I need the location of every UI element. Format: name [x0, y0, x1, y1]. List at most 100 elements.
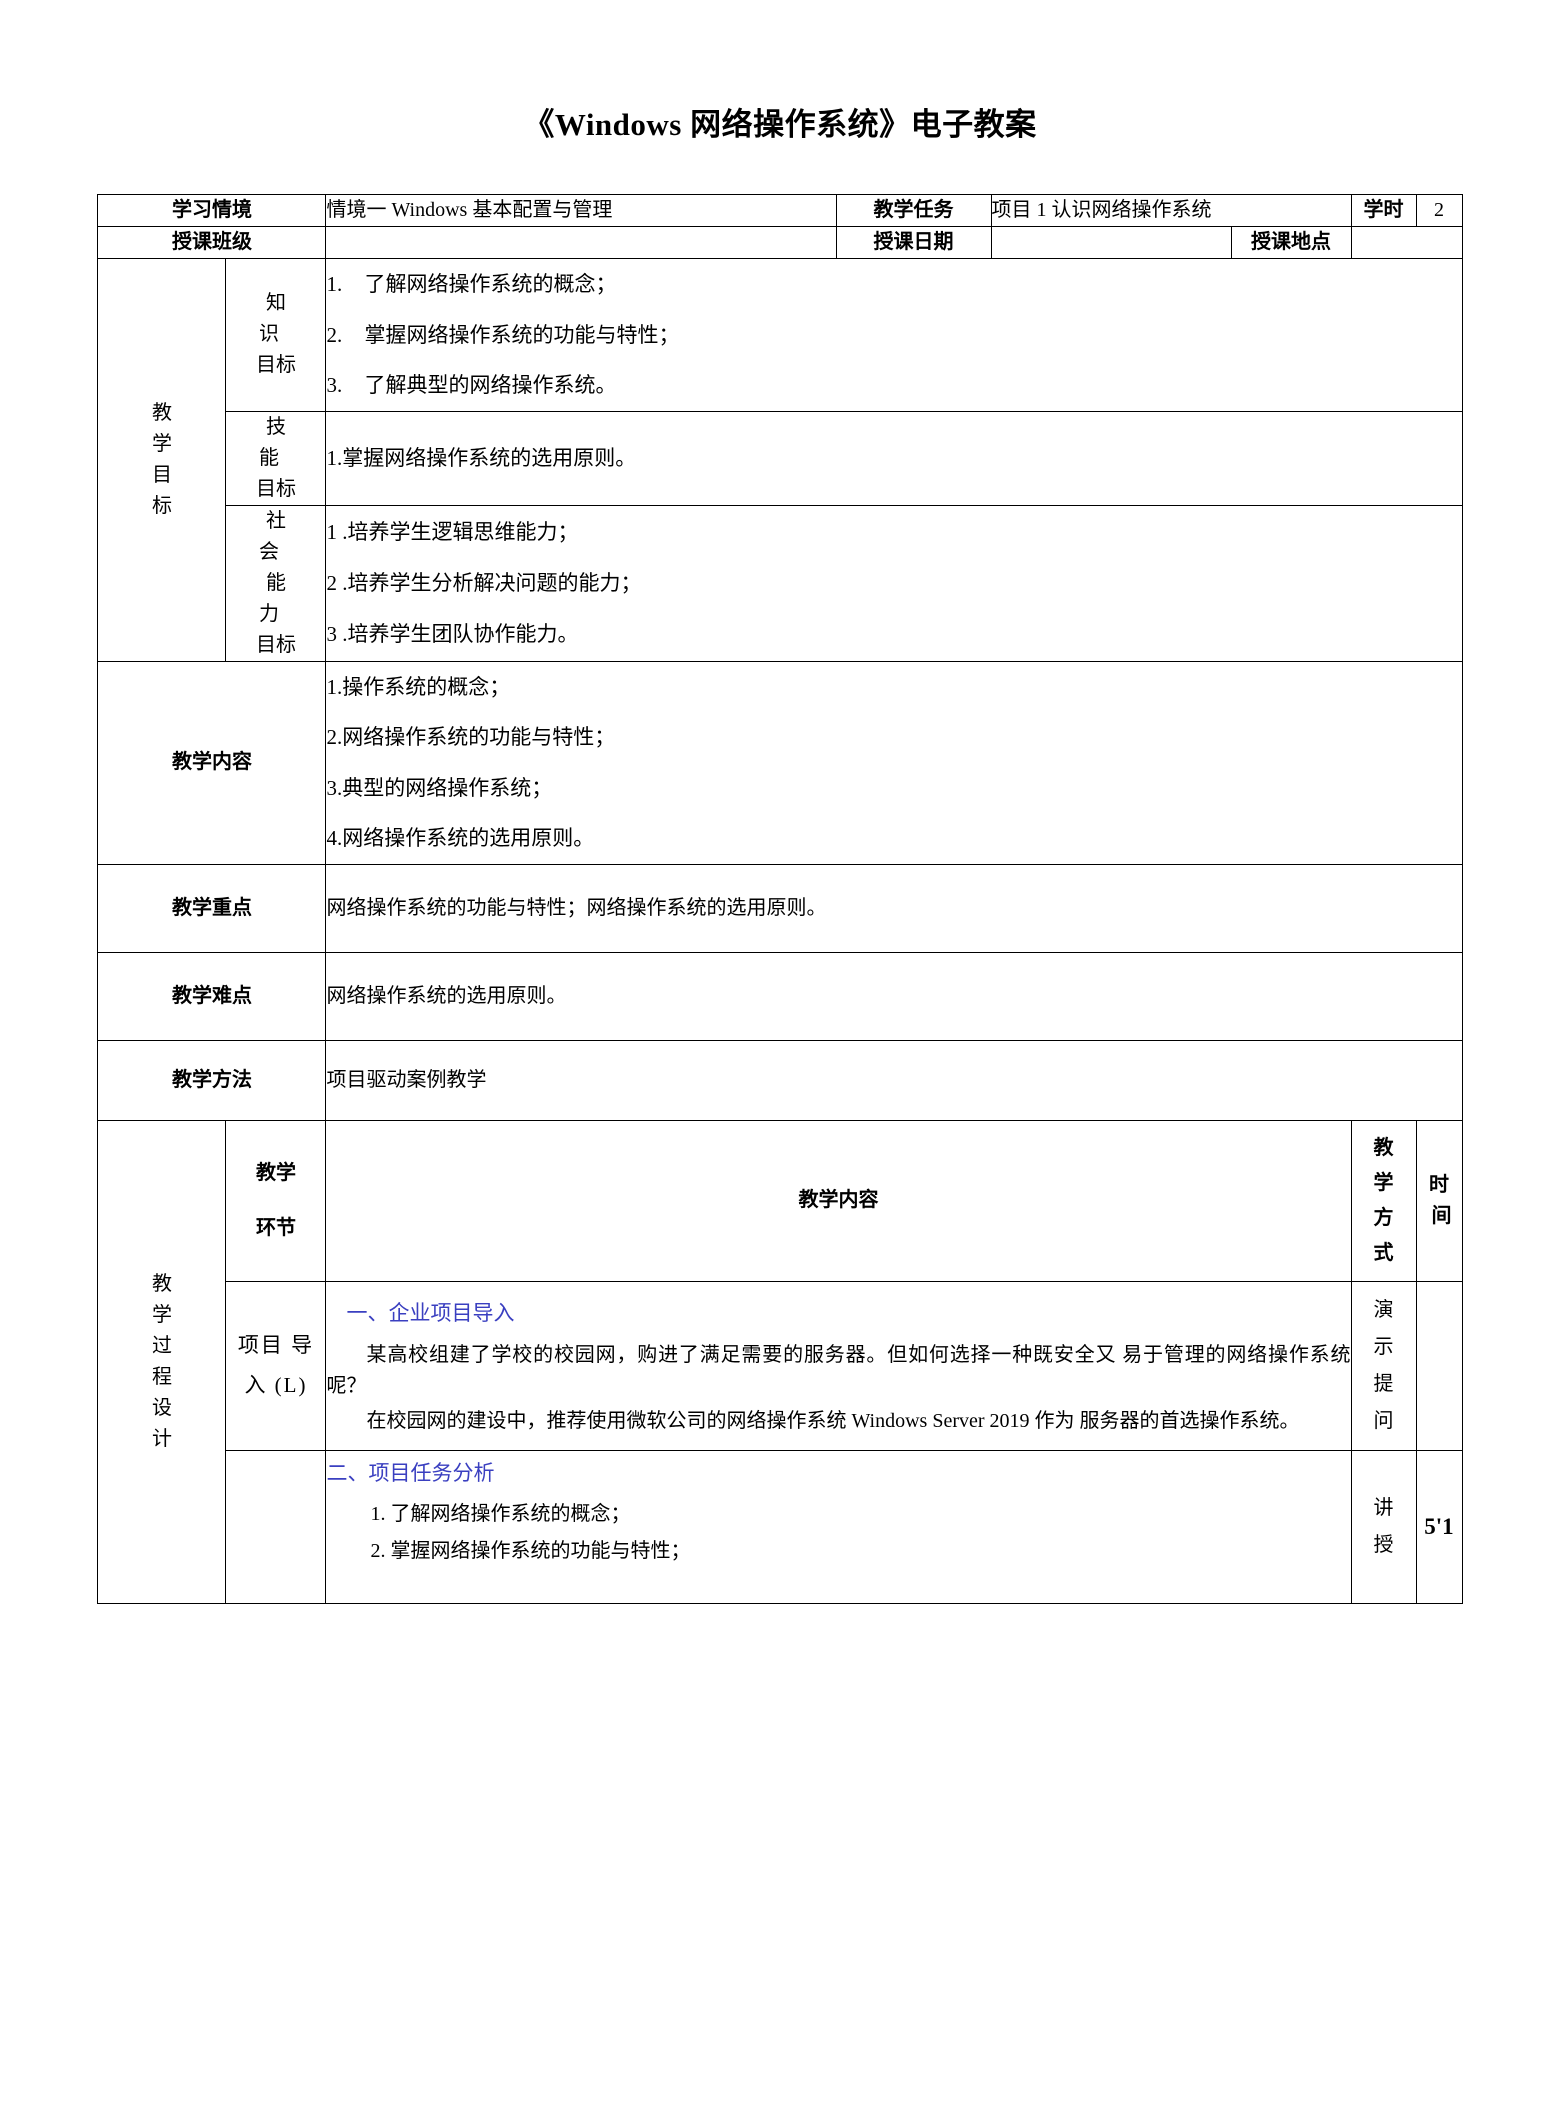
process-group-char-0: 教: [151, 1273, 172, 1296]
paragraph: 某高校组建了学校的校园网，购进了满足需要的服务器。但如何选择一种既安全又 易于管…: [326, 1343, 1351, 1397]
mode-lecture: 讲 授: [1350, 1449, 1417, 1605]
column-header-time-char-1: 间: [1431, 1204, 1452, 1227]
hours-value: 2: [1415, 194, 1463, 228]
table-row-skill-objective: 技 能 目标 1.掌握网络操作系统的选用原则。: [98, 410, 1463, 506]
column-header-mode-char-0: 教: [1373, 1136, 1394, 1159]
mode-char-2: 提: [1373, 1372, 1394, 1395]
key-points-value: 网络操作系统的功能与特性；网络操作系统的选用原则。: [325, 863, 1463, 953]
column-header-content: 教学内容: [325, 1119, 1352, 1282]
social-label-line2: 能 力: [258, 571, 300, 625]
social-objective-content: 1 .培养学生逻辑思维能力； 2 .培养学生分析解决问题的能力； 3 .培养学生…: [325, 504, 1463, 662]
place-value: [1350, 226, 1463, 260]
objectives-group-label: 教 学 目 标: [97, 258, 227, 662]
table-row-social-objective: 社 会 能 力 目标 1 .培养学生逻辑思维能力； 2 .培养学生分析解决问题的…: [98, 504, 1463, 662]
skill-objective-content: 1.掌握网络操作系统的选用原则。: [325, 410, 1463, 506]
item-number: 3.: [326, 373, 343, 398]
table-row-knowledge-objective: 教 学 目 标 知 识 目标 1. 了解网络操作系统的概念； 2. 掌握网络操作系统…: [97, 258, 1463, 662]
stage-task-analysis: [225, 1449, 327, 1605]
column-header-mode-char-3: 式: [1373, 1241, 1394, 1264]
methods-label: 教学方法: [97, 1039, 327, 1121]
analysis-item: 1. 了解网络操作系统的概念；: [370, 1503, 631, 1526]
objectives-group-char-3: 标: [151, 494, 172, 517]
process-content-analysis: 二、项目任务分析 1. 了解网络操作系统的概念； 2. 掌握网络操作系统的功能与…: [325, 1449, 1352, 1605]
list-item: 3 .培养学生团队协作能力。: [326, 621, 579, 646]
item-number: 2.: [326, 322, 343, 347]
stage-project-import: 项目 导 入 (L): [225, 1280, 327, 1451]
table-row-process-analysis: 二、项目任务分析 1. 了解网络操作系统的概念； 2. 掌握网络操作系统的功能与…: [98, 1449, 1463, 1605]
analysis-item: 2. 掌握网络操作系统的功能与特性；: [370, 1540, 691, 1563]
item-text: 掌握网络操作系统的功能与特性；: [364, 322, 680, 347]
skill-objective-text: 1.掌握网络操作系统的选用原则。: [326, 445, 637, 470]
process-group-char-2: 过: [151, 1335, 172, 1358]
page-title: 《Windows 网络操作系统》电子教案: [523, 107, 1037, 142]
list-item: 4.网络操作系统的选用原则。: [326, 826, 595, 851]
situation-value: 情境一 Windows 基本配置与管理: [325, 194, 837, 228]
date-value: [990, 226, 1232, 260]
social-label-line3: 目标: [255, 633, 296, 656]
section-heading-project-task-analysis: 二、项目任务分析: [326, 1460, 495, 1485]
key-points-label: 教学重点: [97, 863, 327, 953]
objectives-group-char-0: 教: [151, 401, 172, 424]
item-number: 1.: [326, 272, 343, 297]
social-label-line1: 社 会: [258, 509, 300, 563]
table-row-difficulties: 教学难点 网络操作系统的选用原则。: [97, 951, 1463, 1041]
difficulties-value: 网络操作系统的选用原则。: [325, 951, 1463, 1041]
table-row-key-points: 教学重点 网络操作系统的功能与特性；网络操作系统的选用原则。: [97, 863, 1463, 953]
stage-project-import-line2: 入 (L): [244, 1372, 308, 1397]
teaching-content-value: 1.操作系统的概念； 2.网络操作系统的功能与特性； 3.典型的网络操作系统； …: [325, 660, 1463, 865]
column-header-stage-line2: 环节: [255, 1216, 296, 1239]
mode-char-0: 演: [1373, 1298, 1394, 1321]
knowledge-label-line2: 目标: [255, 354, 296, 377]
situation-label: 学习情境: [97, 194, 327, 228]
table-row-class-info: 授课班级 授课日期 授课地点: [97, 226, 1463, 260]
list-item: 1 .培养学生逻辑思维能力；: [326, 520, 579, 545]
process-group-char-5: 计: [151, 1428, 172, 1451]
time-import: [1415, 1280, 1463, 1451]
knowledge-label-line1: 知 识: [258, 292, 300, 346]
table-row-process-header: 教 学 过 程 设 计 教学 环节 教学内容 教 学 方 式 时 间: [97, 1119, 1463, 1605]
list-item: 2 .培养学生分析解决问题的能力；: [326, 570, 642, 595]
teaching-content-label: 教学内容: [97, 660, 327, 865]
mode-char-0: 讲: [1373, 1497, 1394, 1520]
place-label: 授课地点: [1230, 226, 1352, 260]
table-row-process-import: 项目 导 入 (L) 一、企业项目导入 某高校组建了学校的校园网，购进了满足需要…: [98, 1280, 1463, 1451]
skill-label-line2: 目标: [255, 477, 296, 500]
item-text: 了解网络操作系统的概念；: [364, 272, 617, 297]
column-header-mode-char-2: 方: [1373, 1206, 1394, 1229]
process-group-label: 教 学 过 程 设 计: [97, 1119, 227, 1605]
difficulties-label: 教学难点: [97, 951, 327, 1041]
class-value: [325, 226, 837, 260]
hours-label: 学时: [1350, 194, 1417, 228]
lesson-plan-table: 学习情境 情境一 Windows 基本配置与管理 教学任务 项目 1 认识网络操…: [97, 194, 1463, 1605]
methods-value: 项目驱动案例教学: [325, 1039, 1463, 1121]
date-label: 授课日期: [835, 226, 992, 260]
stage-project-import-line1: 项目 导: [237, 1333, 315, 1358]
process-group-char-1: 学: [151, 1304, 172, 1327]
column-header-time: 时 间: [1415, 1119, 1463, 1282]
list-item: 2. 掌握网络操作系统的功能与特性；: [326, 310, 1461, 361]
objectives-group-char-2: 目: [151, 463, 172, 486]
skill-label-line1: 技 能: [258, 415, 300, 469]
process-group-char-4: 设: [151, 1397, 172, 1420]
social-objective-label: 社 会 能 力 目标: [225, 504, 327, 662]
section-heading-enterprise-project-import: 一、企业项目导入: [346, 1301, 515, 1326]
objectives-group-char-1: 学: [151, 432, 172, 455]
social-objective-list: 1 .培养学生逻辑思维能力； 2 .培养学生分析解决问题的能力； 3 .培养学生…: [326, 507, 1461, 659]
list-item: 1. 了解网络操作系统的概念；: [326, 259, 1461, 310]
process-content-import: 一、企业项目导入 某高校组建了学校的校园网，购进了满足需要的服务器。但如何选择一…: [325, 1280, 1352, 1451]
paragraph: 在校园网的建设中，推荐使用微软公司的网络操作系统 Windows Server …: [366, 1409, 1300, 1432]
list-item: 3. 了解典型的网络操作系统。: [326, 360, 1461, 411]
table-row-situation: 学习情境 情境一 Windows 基本配置与管理 教学任务 项目 1 认识网络操…: [97, 194, 1463, 228]
knowledge-objective-label: 知 识 目标: [225, 258, 327, 412]
lesson-plan-page: 《Windows 网络操作系统》电子教案 学习情境 情境一 Windows 基本…: [0, 0, 1560, 2112]
item-text: 了解典型的网络操作系统。: [364, 373, 617, 398]
task-label: 教学任务: [835, 194, 992, 228]
process-group-char-3: 程: [151, 1366, 172, 1389]
column-header-mode-char-1: 学: [1373, 1171, 1394, 1194]
mode-char-3: 问: [1373, 1409, 1394, 1432]
knowledge-objective-list: 1. 了解网络操作系统的概念； 2. 掌握网络操作系统的功能与特性； 3. 了解典型的…: [326, 259, 1461, 411]
list-item: 1.操作系统的概念；: [326, 674, 511, 699]
column-header-time-char-0: 时: [1429, 1173, 1449, 1196]
knowledge-objective-content: 1. 了解网络操作系统的概念； 2. 掌握网络操作系统的功能与特性； 3. 了解典型的…: [325, 258, 1463, 412]
list-item: 2.网络操作系统的功能与特性；: [326, 725, 616, 750]
